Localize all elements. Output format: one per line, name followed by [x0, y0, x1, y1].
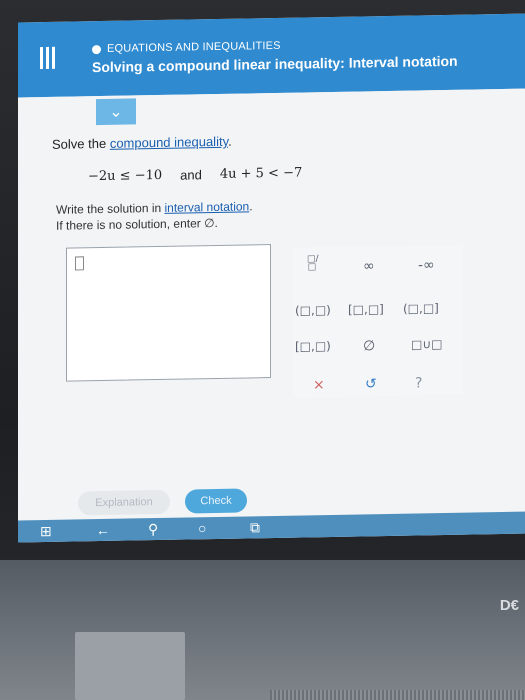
and-label: and: [180, 167, 202, 183]
check-button[interactable]: Check: [185, 488, 247, 514]
search-icon[interactable]: ⚲: [148, 521, 158, 538]
problem-prompt: Solve the compound inequality.: [52, 134, 232, 152]
infinity-key[interactable]: ∞: [363, 258, 375, 274]
left-inequality: −2u ≤ −10: [88, 167, 163, 185]
screen: EQUATIONS AND INEQUALITIES Solving a com…: [18, 13, 525, 543]
compound-inequality-link[interactable]: compound inequality: [110, 134, 228, 151]
interval-notation-link[interactable]: interval notation: [165, 199, 250, 214]
fraction-key[interactable]: □/□: [307, 254, 319, 272]
explanation-button[interactable]: Explanation: [78, 489, 170, 516]
negative-infinity-key[interactable]: -∞: [418, 257, 435, 273]
task-view-icon[interactable]: ⧉: [250, 519, 260, 536]
cortana-circle-icon[interactable]: ○: [198, 520, 206, 536]
instruction-prefix: Write the solution in: [56, 200, 165, 217]
closed-closed-interval-key[interactable]: [□,□]: [348, 302, 384, 317]
topic-label: EQUATIONS AND INEQUALITIES: [107, 39, 281, 55]
page-title: Solving a compound linear inequality: In…: [92, 52, 458, 76]
prompt-suffix: .: [228, 133, 232, 149]
back-arrow-icon[interactable]: ←: [96, 522, 110, 538]
open-open-interval-key[interactable]: (□,□): [295, 303, 331, 318]
answer-input[interactable]: [66, 244, 271, 382]
topic-dot-icon: [92, 44, 101, 54]
help-key[interactable]: ?: [415, 375, 422, 391]
windows-start-icon[interactable]: ⊞: [40, 523, 52, 540]
math-keypad: □/□ ∞ -∞ (□,□) [□,□] (□,□] [□,□) ∅ □∪□ ×…: [293, 244, 463, 398]
right-inequality: 4u + 5 < −7: [219, 165, 303, 182]
speaker-grille: [270, 690, 525, 700]
collapse-chevron-icon[interactable]: ⌄: [96, 98, 136, 126]
empty-set-key[interactable]: ∅: [363, 338, 375, 354]
clear-key[interactable]: ×: [313, 377, 325, 393]
menu-icon[interactable]: [40, 46, 58, 70]
closed-open-interval-key[interactable]: [□,□): [295, 339, 331, 354]
instruction-suffix: .: [249, 199, 253, 214]
input-placeholder-box: [75, 256, 84, 271]
undo-key[interactable]: ↺: [365, 376, 377, 392]
prompt-prefix: Solve the: [52, 135, 110, 152]
no-solution-instruction: If there is no solution, enter ∅.: [56, 215, 218, 233]
union-key[interactable]: □∪□: [411, 337, 442, 352]
trackpad: [75, 632, 185, 700]
header-bar: EQUATIONS AND INEQUALITIES Solving a com…: [18, 13, 525, 98]
topic-breadcrumb: EQUATIONS AND INEQUALITIES: [92, 40, 281, 55]
open-closed-interval-key[interactable]: (□,□]: [403, 301, 439, 316]
laptop-brand-logo: D€: [499, 597, 519, 614]
